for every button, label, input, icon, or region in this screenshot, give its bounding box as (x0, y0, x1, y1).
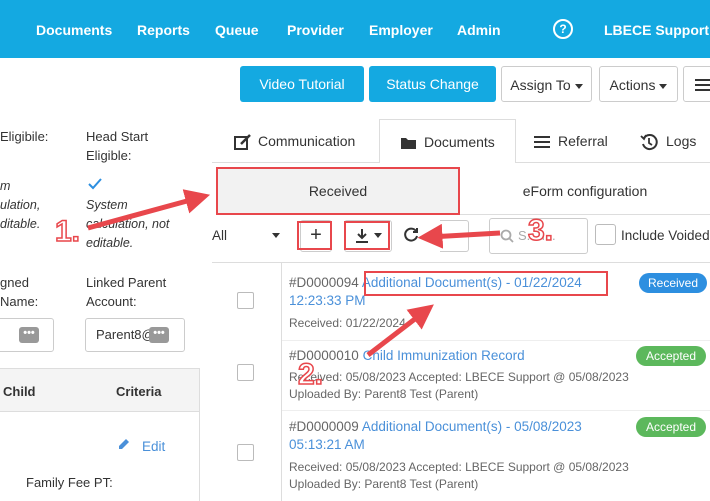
arrow-1 (87, 189, 211, 231)
annotation-arrows (87, 189, 501, 357)
callout-2: 2. (297, 357, 324, 392)
callout-1: 1. (54, 214, 81, 249)
callout-3: 3. (527, 213, 554, 248)
arrow-2 (366, 304, 434, 357)
arrow-3 (417, 223, 501, 249)
